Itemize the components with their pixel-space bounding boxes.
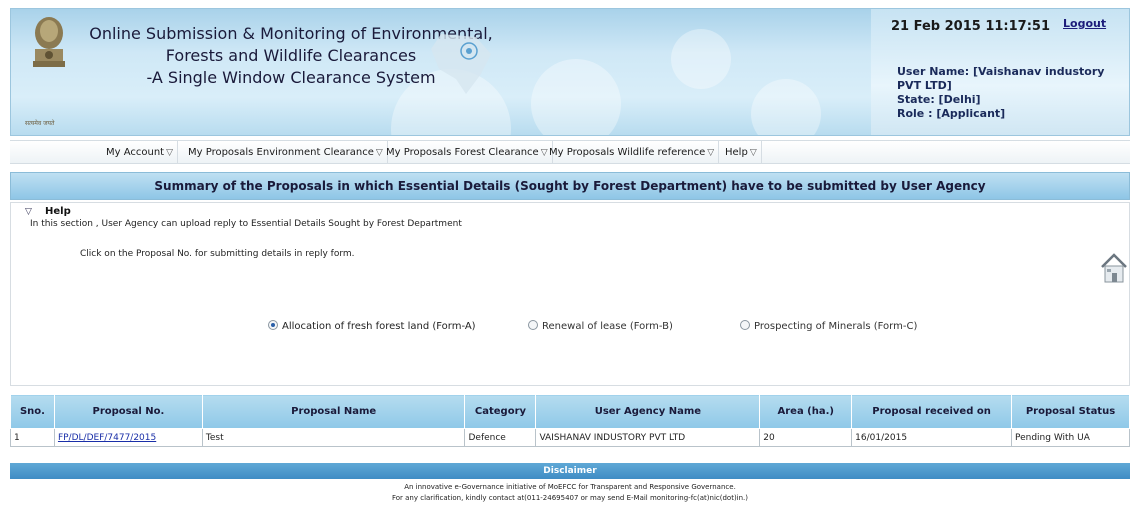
user-role: Role : [Applicant] (897, 107, 1006, 120)
radio-form-c[interactable]: Prospecting of Minerals (Form-C) (740, 320, 917, 332)
cell-proposal-no: FP/DL/DEF/7477/2015 (53, 428, 203, 447)
nav-label: My Proposals Wildlife reference (549, 147, 706, 158)
cell-area: 20 (759, 428, 853, 447)
proposal-link[interactable]: FP/DL/DEF/7477/2015 (58, 433, 156, 443)
logout-link[interactable]: Logout (1063, 17, 1106, 30)
radio-label: Allocation of fresh forest land (Form-A) (282, 321, 476, 332)
radio-button[interactable] (268, 320, 278, 330)
header-decoration (531, 59, 621, 135)
radio-button[interactable] (740, 320, 750, 330)
page-title: Summary of the Proposals in which Essent… (10, 172, 1130, 200)
user-name: User Name: [Vaishanav industory PVT LTD] (897, 65, 1105, 92)
radio-form-b[interactable]: Renewal of lease (Form-B) (528, 320, 673, 332)
chevron-down-icon: ▽ (749, 148, 757, 158)
home-icon[interactable] (1100, 249, 1128, 289)
user-state: State: [Delhi] (897, 93, 981, 106)
help-section: ▽ Help In this section , User Agency can… (10, 202, 1130, 386)
table-row: 1 FP/DL/DEF/7477/2015 Test Defence VAISH… (10, 428, 1131, 447)
help-title: Help (45, 206, 71, 217)
footer-text: An innovative e-Governance initiative of… (404, 483, 736, 491)
nav-forest-clearance[interactable]: My Proposals Forest Clearance ▽ (382, 141, 553, 164)
chevron-down-icon: ▽ (166, 148, 174, 158)
column-header: Category (464, 394, 537, 429)
national-emblem-icon (33, 17, 65, 67)
help-instruction: Click on the Proposal No. for submitting… (80, 249, 355, 259)
nav-label: My Proposals Forest Clearance (386, 147, 539, 158)
footer-contact: For any clarification, kindly contact at… (391, 494, 749, 502)
nav-environment-clearance[interactable]: My Proposals Environment Clearance ▽ (184, 141, 388, 164)
proposals-table: Sno. Proposal No. Proposal Name Category… (10, 394, 1131, 447)
emblem-motto: सत्यमेव जयते (25, 120, 55, 127)
cell-category: Defence (464, 428, 537, 447)
column-header: Proposal Name (201, 394, 466, 429)
main-nav: My Account ▽ My Proposals Environment Cle… (10, 140, 1130, 164)
column-header: Area (ha.) (759, 394, 853, 429)
header-decoration (751, 79, 821, 135)
header-decoration (671, 29, 731, 89)
column-header: User Agency Name (535, 394, 761, 429)
cell-proposal-name: Test (201, 428, 466, 447)
cell-user-agency: VAISHANAV INDUSTORY PVT LTD (535, 428, 761, 447)
radio-button[interactable] (528, 320, 538, 330)
table-header-row: Sno. Proposal No. Proposal Name Category… (10, 394, 1131, 429)
column-header: Proposal received on (851, 394, 1012, 429)
radio-label: Renewal of lease (Form-B) (542, 321, 673, 332)
nav-my-account[interactable]: My Account ▽ (102, 141, 179, 164)
current-datetime: 21 Feb 2015 11:17:51 (891, 19, 1050, 34)
site-header: सत्यमेव जयते Online Submission & Monitor… (10, 8, 1130, 136)
user-info-panel: 21 Feb 2015 11:17:51 Logout User Name: [… (871, 9, 1129, 135)
cell-status: Pending With UA (1010, 428, 1131, 447)
nav-label: My Proposals Environment Clearance (188, 147, 374, 158)
nav-wildlife-reference[interactable]: My Proposals Wildlife reference ▽ (545, 141, 720, 164)
nav-label: Help (725, 147, 748, 158)
user-details: User Name: [Vaishanav industory PVT LTD]… (897, 65, 1127, 121)
cell-sno: 1 (10, 428, 55, 447)
help-text: In this section , User Agency can upload… (30, 219, 462, 229)
cell-received-on: 16/01/2015 (851, 428, 1012, 447)
radio-form-a[interactable]: Allocation of fresh forest land (Form-A) (268, 320, 476, 332)
collapse-toggle-icon[interactable]: ▽ (25, 207, 32, 217)
india-map-icon (431, 34, 491, 94)
radio-label: Prospecting of Minerals (Form-C) (754, 321, 918, 332)
column-header: Proposal Status (1010, 394, 1131, 429)
nav-help[interactable]: Help ▽ (721, 141, 762, 164)
nav-label: My Account (106, 147, 165, 158)
column-header: Proposal No. (53, 394, 203, 429)
disclaimer-bar[interactable]: Disclaimer (10, 463, 1130, 479)
column-header: Sno. (10, 394, 55, 429)
chevron-down-icon: ▽ (707, 148, 715, 158)
